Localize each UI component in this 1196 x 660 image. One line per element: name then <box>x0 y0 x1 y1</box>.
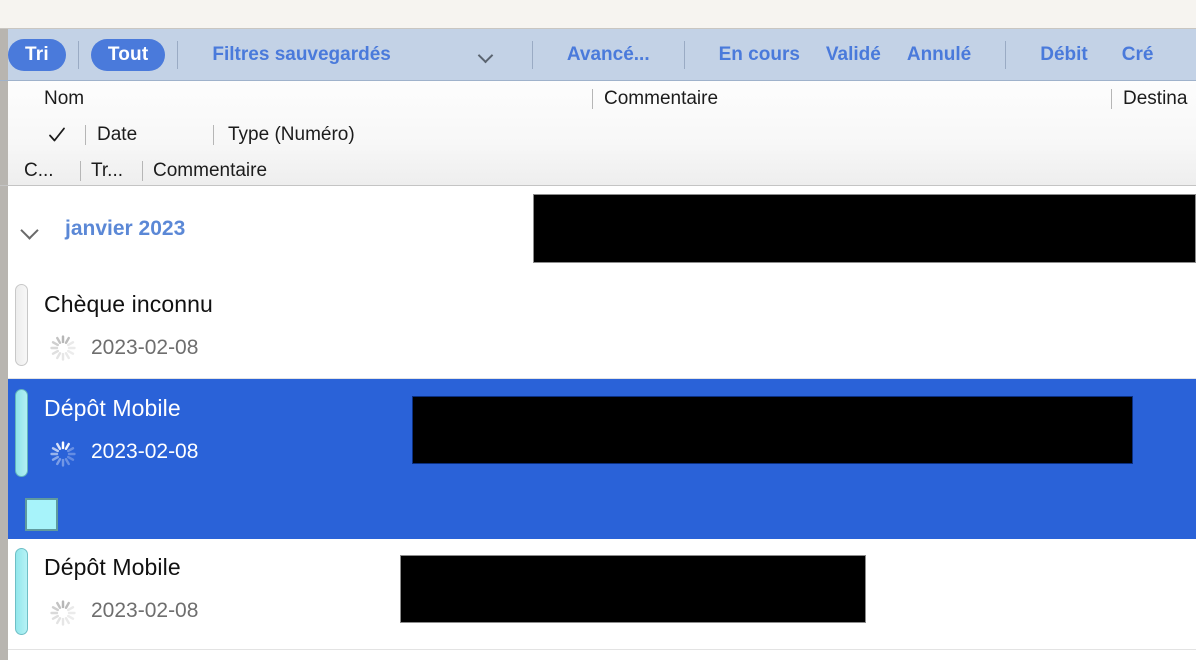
list-left-edge <box>0 186 8 660</box>
header-divider[interactable] <box>85 125 86 145</box>
header-divider[interactable] <box>592 89 593 109</box>
app-window: Tri Tout Filtres sauvegardés Avancé... E… <box>0 0 1196 660</box>
loading-spinner-icon <box>49 599 77 627</box>
saved-filters-label[interactable]: Filtres sauvegardés <box>208 44 394 66</box>
transaction-name: Dépôt Mobile <box>44 395 181 421</box>
row-status-marker <box>15 548 28 635</box>
column-header-tr[interactable]: Tr... <box>91 160 123 182</box>
redaction-bar <box>400 555 866 623</box>
table-row[interactable]: Dépôt Mobile 2023-02-08 <box>8 379 1196 539</box>
all-pill-button[interactable]: Tout <box>90 38 166 71</box>
transaction-date: 2023-02-08 <box>91 599 199 622</box>
redaction-bar <box>412 396 1133 464</box>
row-status-marker <box>15 284 28 366</box>
column-header-type[interactable]: Type (Numéro) <box>228 124 355 146</box>
redaction-bar <box>533 194 1196 263</box>
toolbar-divider <box>1005 40 1007 69</box>
row-status-marker <box>15 389 28 477</box>
transaction-name: Chèque inconnu <box>44 291 213 317</box>
filter-validated-button[interactable]: Validé <box>822 44 885 66</box>
header-divider[interactable] <box>80 161 81 181</box>
toolbar-divider <box>683 40 685 69</box>
table-row[interactable]: Chèque inconnu 2023-02-08 <box>8 272 1196 379</box>
loading-spinner-icon <box>49 440 77 468</box>
filter-advanced-button[interactable]: Avancé... <box>563 44 654 66</box>
chevron-down-icon[interactable] <box>479 50 494 59</box>
column-header-comment[interactable]: Commentaire <box>604 88 718 110</box>
header-divider[interactable] <box>142 161 143 181</box>
column-header-name[interactable]: Nom <box>44 88 84 110</box>
table-row[interactable]: Dépôt Mobile 2023-02-08 <box>8 539 1196 650</box>
filter-toolbar: Tri Tout Filtres sauvegardés Avancé... E… <box>0 29 1196 81</box>
filter-credit-button[interactable]: Cré <box>1118 44 1158 66</box>
checkmark-icon[interactable] <box>48 126 66 144</box>
transaction-date: 2023-02-08 <box>91 440 199 463</box>
sort-pill-button[interactable]: Tri <box>8 38 66 71</box>
filter-in-progress-button[interactable]: En cours <box>715 44 804 66</box>
column-header-c[interactable]: C... <box>24 160 54 182</box>
column-header-comment-sub[interactable]: Commentaire <box>153 160 267 182</box>
filter-debit-button[interactable]: Débit <box>1036 44 1092 66</box>
header-divider[interactable] <box>213 125 214 145</box>
column-header-date[interactable]: Date <box>97 124 137 146</box>
header-row-tertiary: C... Tr... Commentaire <box>0 153 1196 185</box>
transaction-name: Dépôt Mobile <box>44 554 181 580</box>
toolbar-divider <box>177 40 179 69</box>
window-top-strip <box>0 0 1196 29</box>
transaction-list: janvier 2023 Chèque inconnu 2023-02-08 D… <box>0 186 1196 660</box>
color-swatch[interactable] <box>25 498 58 531</box>
toolbar-divider <box>531 40 533 69</box>
toolbar-left-edge <box>0 29 8 80</box>
filter-cancelled-button[interactable]: Annulé <box>903 44 975 66</box>
transaction-date: 2023-02-08 <box>91 336 199 359</box>
group-header-label: janvier 2023 <box>65 217 186 240</box>
header-row-primary: Nom Commentaire Destina <box>0 81 1196 117</box>
column-header-recipient[interactable]: Destina <box>1123 88 1187 110</box>
toolbar-divider <box>77 40 79 69</box>
header-row-secondary: Date Type (Numéro) <box>0 117 1196 153</box>
column-header-area: Nom Commentaire Destina Date Type (Numér… <box>0 81 1196 186</box>
header-divider[interactable] <box>1111 89 1112 109</box>
loading-spinner-icon <box>49 334 77 362</box>
chevron-down-icon[interactable] <box>18 217 42 241</box>
